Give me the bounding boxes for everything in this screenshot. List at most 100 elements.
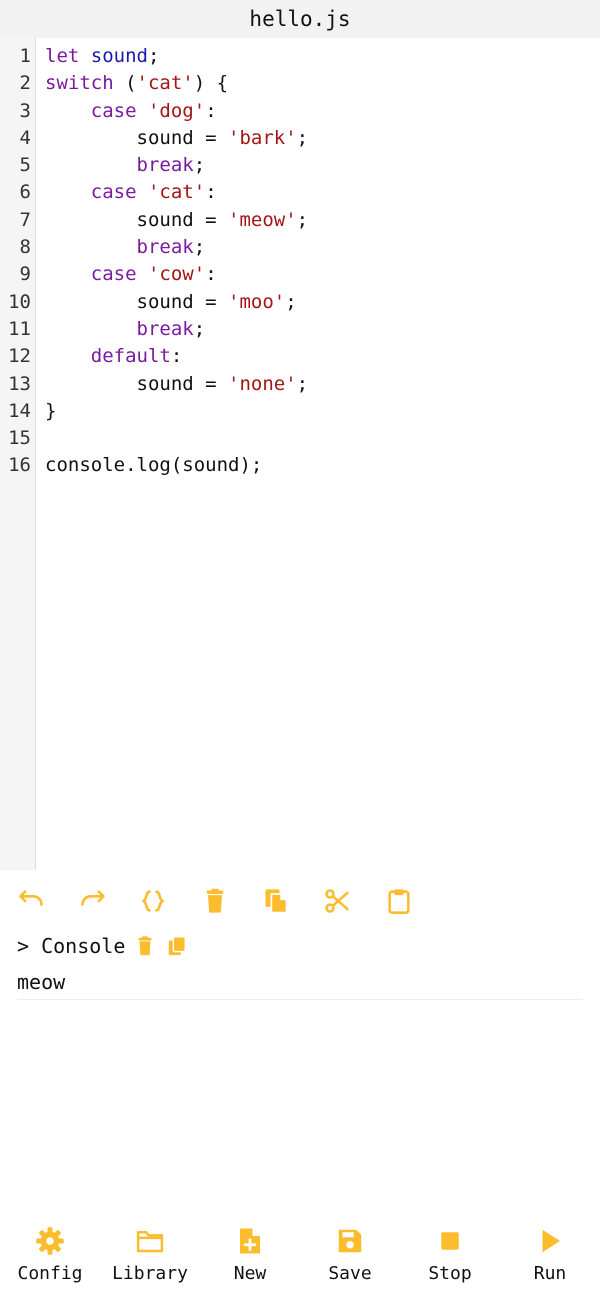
code-line[interactable]: break; [45, 316, 600, 343]
config-button[interactable]: Config [0, 1220, 100, 1284]
code-editor[interactable]: 1 2 3 4 5 6 7 8 9 10 11 12 13 14 15 16 let sound; switch… [0, 38, 600, 870]
code-line[interactable]: case 'dog': [45, 98, 600, 125]
play-icon [533, 1224, 567, 1258]
code-token: ; [193, 317, 206, 340]
save-button[interactable]: Save [300, 1220, 400, 1284]
redo-icon [81, 890, 105, 906]
code-token: ; [285, 290, 297, 313]
code-token: 'moo' [228, 290, 286, 313]
code-token: } [45, 399, 57, 422]
code-token: ( [113, 72, 137, 95]
file-title-bar: hello.js [0, 0, 600, 38]
code-token: ) { [193, 72, 229, 95]
line-number: 13 [8, 372, 31, 395]
code-line[interactable]: case 'cat': [45, 179, 600, 206]
code-token: break [136, 317, 194, 340]
line-number: 5 [19, 154, 31, 177]
line-number: 15 [8, 427, 31, 450]
code-line[interactable]: sound = 'bark'; [45, 125, 600, 152]
code-token: 'cat' [147, 181, 206, 204]
cut-code-button[interactable] [320, 884, 354, 918]
code-line[interactable]: break; [45, 234, 600, 261]
undo-button[interactable] [14, 884, 48, 918]
stop-icon [433, 1224, 467, 1258]
undo-icon [19, 890, 43, 906]
code-line[interactable]: console.log(sound); [45, 452, 600, 479]
new-file-button[interactable]: New [200, 1220, 300, 1284]
code-line[interactable]: default: [45, 343, 600, 370]
code-line[interactable]: case 'cow': [45, 261, 600, 288]
code-line[interactable] [45, 425, 600, 452]
copy-console-button[interactable] [165, 934, 189, 958]
code-line[interactable]: } [45, 398, 600, 425]
format-code-button[interactable] [136, 884, 170, 918]
code-line[interactable]: switch ('cat') { [45, 70, 600, 97]
copy-code-button[interactable] [259, 884, 293, 918]
code-token: : [205, 181, 217, 204]
delete-code-button[interactable] [198, 884, 232, 918]
code-token: ; [296, 208, 309, 231]
line-number: 11 [8, 317, 31, 340]
delete-icon [206, 888, 224, 913]
code-line[interactable]: let sound; [45, 43, 600, 70]
line-number: 4 [19, 126, 31, 149]
line-number: 1 [19, 45, 31, 67]
line-number: 10 [8, 290, 31, 313]
code-token: 'dog' [147, 99, 206, 122]
folder-icon [133, 1224, 167, 1258]
line-number: 14 [8, 399, 31, 422]
file-title: hello.js [249, 7, 351, 31]
line-number: 16 [8, 454, 31, 477]
paste-icon [388, 889, 410, 914]
code-token: break [136, 236, 194, 259]
run-label: Run [533, 1263, 567, 1284]
code-line[interactable]: sound = 'moo'; [45, 289, 600, 316]
copy-file-icon [265, 889, 288, 914]
code-token: default [90, 345, 171, 368]
code-token: sound = [45, 372, 229, 395]
code-token: ; [193, 154, 206, 177]
line-number: 2 [19, 72, 31, 95]
code-token: sound = [45, 208, 229, 231]
run-button[interactable]: Run [500, 1220, 600, 1284]
trash-icon [138, 936, 152, 956]
cut-icon [325, 889, 349, 913]
code-token: : [170, 345, 183, 368]
code-token: ; [296, 126, 309, 149]
editor-toolbar [0, 880, 600, 924]
stop-label: Stop [428, 1263, 472, 1284]
line-number: 9 [19, 263, 31, 286]
redo-button[interactable] [76, 884, 110, 918]
code-token: sound [90, 45, 148, 67]
line-number-gutter: 1 2 3 4 5 6 7 8 9 10 11 12 13 14 15 16 [0, 38, 36, 870]
config-label: Config [17, 1263, 83, 1284]
console-label: > Console [17, 934, 126, 958]
code-token: console.log(sound); [45, 454, 263, 477]
paste-code-button[interactable] [382, 884, 416, 918]
code-token: case [90, 99, 137, 122]
code-line[interactable]: break; [45, 152, 600, 179]
line-number: 3 [19, 99, 31, 122]
stop-button[interactable]: Stop [400, 1220, 500, 1284]
gear-icon [33, 1224, 67, 1258]
clear-console-button[interactable] [133, 934, 157, 958]
code-token: break [136, 154, 194, 177]
code-area[interactable]: let sound; switch ('cat') { case 'dog': s… [36, 38, 600, 870]
code-line[interactable]: sound = 'none'; [45, 371, 600, 398]
code-line[interactable]: sound = 'meow'; [45, 207, 600, 234]
console-output: meow [17, 968, 583, 1000]
library-button[interactable]: Library [100, 1220, 200, 1284]
code-token: 'meow' [228, 208, 297, 231]
code-token: ; [147, 45, 160, 67]
code-token: 'none' [228, 372, 297, 395]
code-token: : [205, 99, 217, 122]
console-header: > Console [17, 930, 189, 962]
code-token: 'cow' [147, 263, 206, 286]
